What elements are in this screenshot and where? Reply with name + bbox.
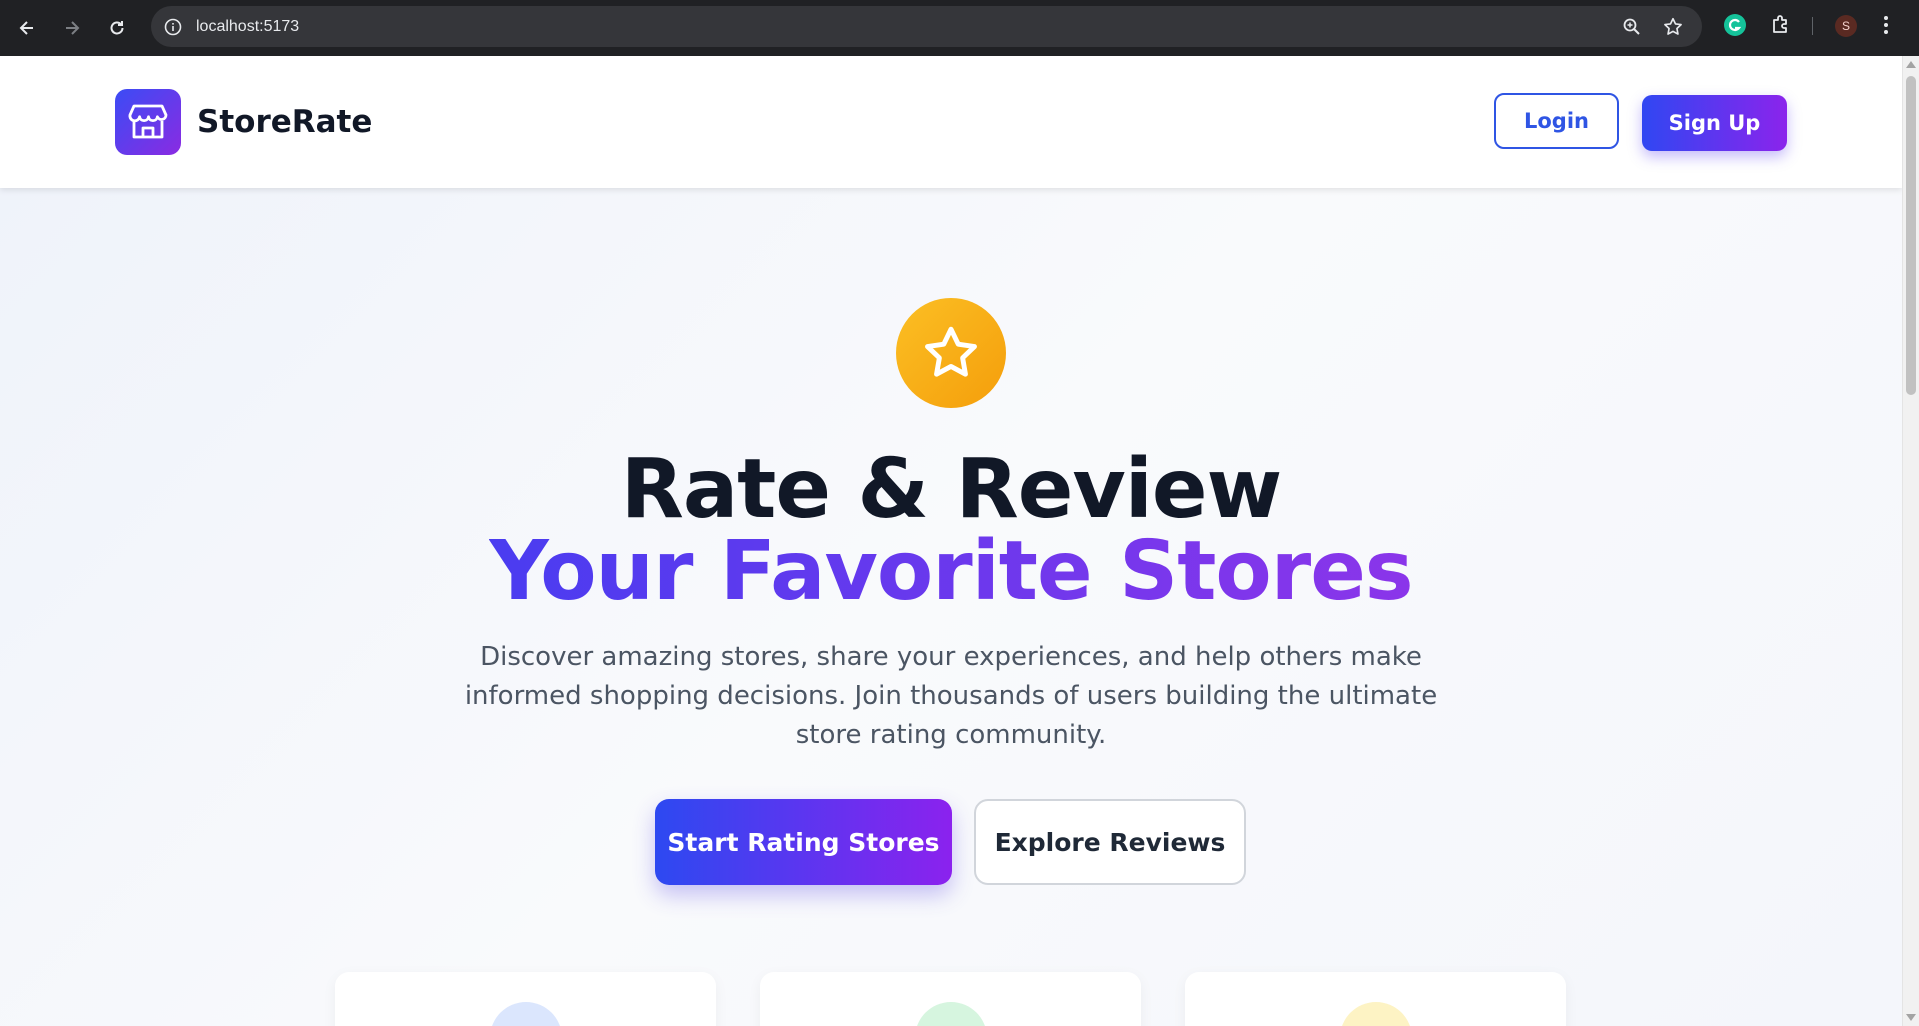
feature-icon-circle-2 (915, 1002, 987, 1026)
explore-reviews-button[interactable]: Explore Reviews (974, 799, 1246, 885)
reload-button[interactable] (102, 13, 132, 43)
hero-subtitle: Discover amazing stores, share your expe… (464, 642, 1438, 750)
toolbar-divider (1812, 17, 1813, 35)
scroll-down-arrow[interactable] (1906, 1014, 1916, 1021)
back-button[interactable] (12, 13, 42, 43)
profile-avatar[interactable]: S (1835, 15, 1857, 37)
star-icon (925, 326, 977, 377)
store-icon (128, 104, 168, 139)
address-bar[interactable]: localhost:5173 (151, 6, 1702, 47)
page-scrollbar[interactable] (1902, 56, 1919, 1026)
url-text[interactable]: localhost:5173 (196, 6, 299, 47)
brand-name[interactable]: StoreRate (197, 100, 372, 144)
scrollbar-thumb[interactable] (1906, 76, 1916, 395)
feature-icon-circle-3 (1340, 1002, 1412, 1026)
hero-title-line2: Your Favorite Stores (0, 522, 1902, 622)
feature-icon-circle-1 (490, 1002, 562, 1026)
zoom-icon[interactable] (1622, 17, 1642, 41)
hero-star-badge (896, 298, 1006, 408)
bookmark-star-icon[interactable] (1662, 16, 1684, 42)
extensions-puzzle-icon[interactable] (1769, 13, 1793, 41)
scroll-up-arrow[interactable] (1906, 61, 1916, 68)
grammarly-extension-icon[interactable] (1723, 13, 1747, 41)
hero-title-gradient-text: Your Favorite Stores (489, 524, 1413, 619)
store-logo[interactable] (115, 89, 181, 155)
signup-button[interactable]: Sign Up (1642, 95, 1787, 151)
login-button[interactable]: Login (1494, 93, 1619, 149)
feature-card-3 (1185, 972, 1566, 1026)
forward-arrow-icon (66, 21, 80, 35)
start-rating-button[interactable]: Start Rating Stores (655, 799, 952, 885)
forward-button[interactable] (57, 13, 87, 43)
back-arrow-icon (19, 21, 33, 35)
site-info-icon[interactable] (164, 18, 182, 40)
browser-toolbar: localhost:5173 S (0, 0, 1919, 56)
feature-card-2 (760, 972, 1141, 1026)
page-viewport: StoreRate Login Sign Up Rate & Review Yo… (0, 56, 1902, 1026)
feature-card-1 (335, 972, 716, 1026)
more-menu-icon[interactable] (1882, 13, 1890, 41)
reload-icon (110, 21, 124, 35)
site-header: StoreRate Login Sign Up (0, 56, 1902, 188)
